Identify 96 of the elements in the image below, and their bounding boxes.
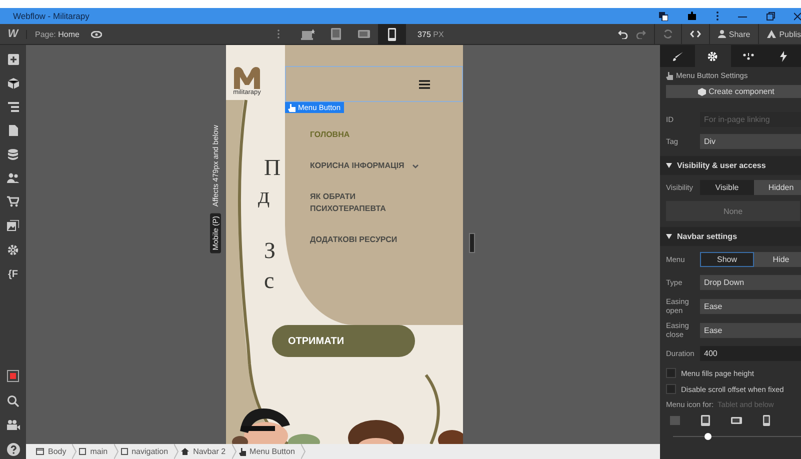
menu-option[interactable]: Hide [754,252,801,267]
lightning-icon [780,50,787,62]
images-icon[interactable] [7,220,19,231]
settings-tab[interactable] [695,45,730,67]
visibility-option[interactable]: Hidden [754,180,801,195]
dots-icon [742,52,754,60]
person-icon [718,30,726,38]
breadcrumb-separator-icon [174,444,180,459]
share-button[interactable]: Share [718,30,750,38]
publish-button[interactable]: Publis [767,30,801,38]
window-title: Webflow - Militarapy [13,11,90,21]
more-icon[interactable] [276,29,280,39]
settings-icon [707,50,718,62]
hero-heading-text: П [264,155,281,181]
extension-app-icon[interactable]: {F [8,269,18,280]
cart-icon[interactable] [7,196,19,207]
breadcrumb-item[interactable]: navigation [118,447,174,456]
checkbox[interactable] [666,384,676,394]
conditions-box: None [666,201,800,221]
visibility-option[interactable]: Visible [700,180,754,195]
hand-cursor-icon [666,72,673,80]
hero-heading-text: д [258,183,270,209]
breadcrumb-item[interactable]: main [77,447,114,456]
users-icon[interactable] [7,173,19,183]
nav-link[interactable]: ЯК ОБРАТИ ПСИХОТЕРАПЕВТА [310,191,430,215]
home-icon [181,448,190,455]
breadcrumb-separator-icon [232,444,237,459]
restore-icon[interactable] [766,12,775,20]
section-header[interactable]: Navbar settings [660,227,801,246]
help-icon[interactable] [6,443,20,456]
breadcrumb-item[interactable]: Body [34,447,72,456]
id-input[interactable]: For in-page linking [700,112,801,127]
hand-cursor-icon [288,104,296,112]
square-icon [79,448,86,455]
database-icon[interactable] [8,149,18,160]
checkbox[interactable] [666,368,676,378]
nav-link[interactable]: КОРИСНА ІНФОРМАЦІЯ [310,160,430,172]
code-icon[interactable] [690,30,701,38]
section-title: Navbar settings [677,232,738,241]
canvas-width: 375 PX [418,30,444,38]
phone-icon [388,28,396,40]
close-icon[interactable] [794,12,801,20]
component-icon [698,88,706,96]
nav-link[interactable]: ДОДАТКОВІ РЕСУРСИ [310,234,430,246]
create-component-button[interactable]: Create component [666,85,801,98]
window-icon [36,448,44,455]
more-icon[interactable] [716,11,719,21]
sync-icon[interactable] [662,29,673,39]
phone-icon [763,415,770,426]
navigator-icon[interactable] [8,102,18,112]
resize-handle[interactable] [469,233,475,253]
square-icon [120,448,128,455]
dropdown-select[interactable]: Drop Down [700,275,801,290]
duration-input[interactable]: 400 [700,346,801,361]
cube-icon[interactable] [8,78,18,89]
phone-breakpoint-button[interactable] [378,24,406,44]
cta-button[interactable]: ОТРИМАТИ [272,325,415,357]
tablet-landscape-icon [731,417,742,424]
desktop-icon [670,416,680,425]
hero-heading-text: с [264,268,274,294]
tablet-icon [701,415,710,426]
section-title: Visibility & user access [677,161,766,170]
militarapy-logo-icon [232,67,262,89]
webflow-logo[interactable]: W [0,28,26,40]
menu-option[interactable]: Show [700,252,754,267]
settings-icon[interactable] [7,244,19,256]
hero-heading-text: З [264,238,276,264]
add-icon[interactable] [8,54,18,65]
puzzle-icon[interactable] [687,11,697,21]
hand-cursor-icon [238,448,246,456]
breadcrumb-separator-icon [114,444,119,459]
tag-select[interactable]: Div [700,134,801,149]
search-icon[interactable] [7,395,19,407]
dropdown-select[interactable]: Ease [700,298,801,314]
page-selector[interactable]: Page: Home [26,30,88,38]
menu-icon[interactable] [419,80,430,88]
breadcrumb-separator-icon [72,444,78,459]
slider-thumb[interactable] [704,433,712,440]
breadcrumb-item[interactable]: Menu Button [236,447,301,456]
section-header[interactable]: Visibility & user access [660,156,801,175]
translate-icon[interactable] [659,12,668,20]
dropdown-select[interactable]: Ease [700,322,801,338]
undo-icon[interactable] [618,30,628,38]
publish-icon [767,30,776,38]
triangle-icon [666,234,672,239]
redo-icon[interactable] [636,30,646,38]
eye-icon[interactable] [91,30,102,38]
page-icon[interactable] [8,125,18,136]
triangle-icon [666,163,672,168]
breadcrumb-separator-icon [300,444,306,459]
tablet-icon [330,28,341,40]
breadcrumb-item[interactable]: Navbar 2 [179,447,232,456]
video-icon[interactable] [6,420,20,430]
brush-icon [672,52,684,60]
tablet-landscape-icon [358,30,370,38]
record-icon[interactable] [7,370,19,382]
